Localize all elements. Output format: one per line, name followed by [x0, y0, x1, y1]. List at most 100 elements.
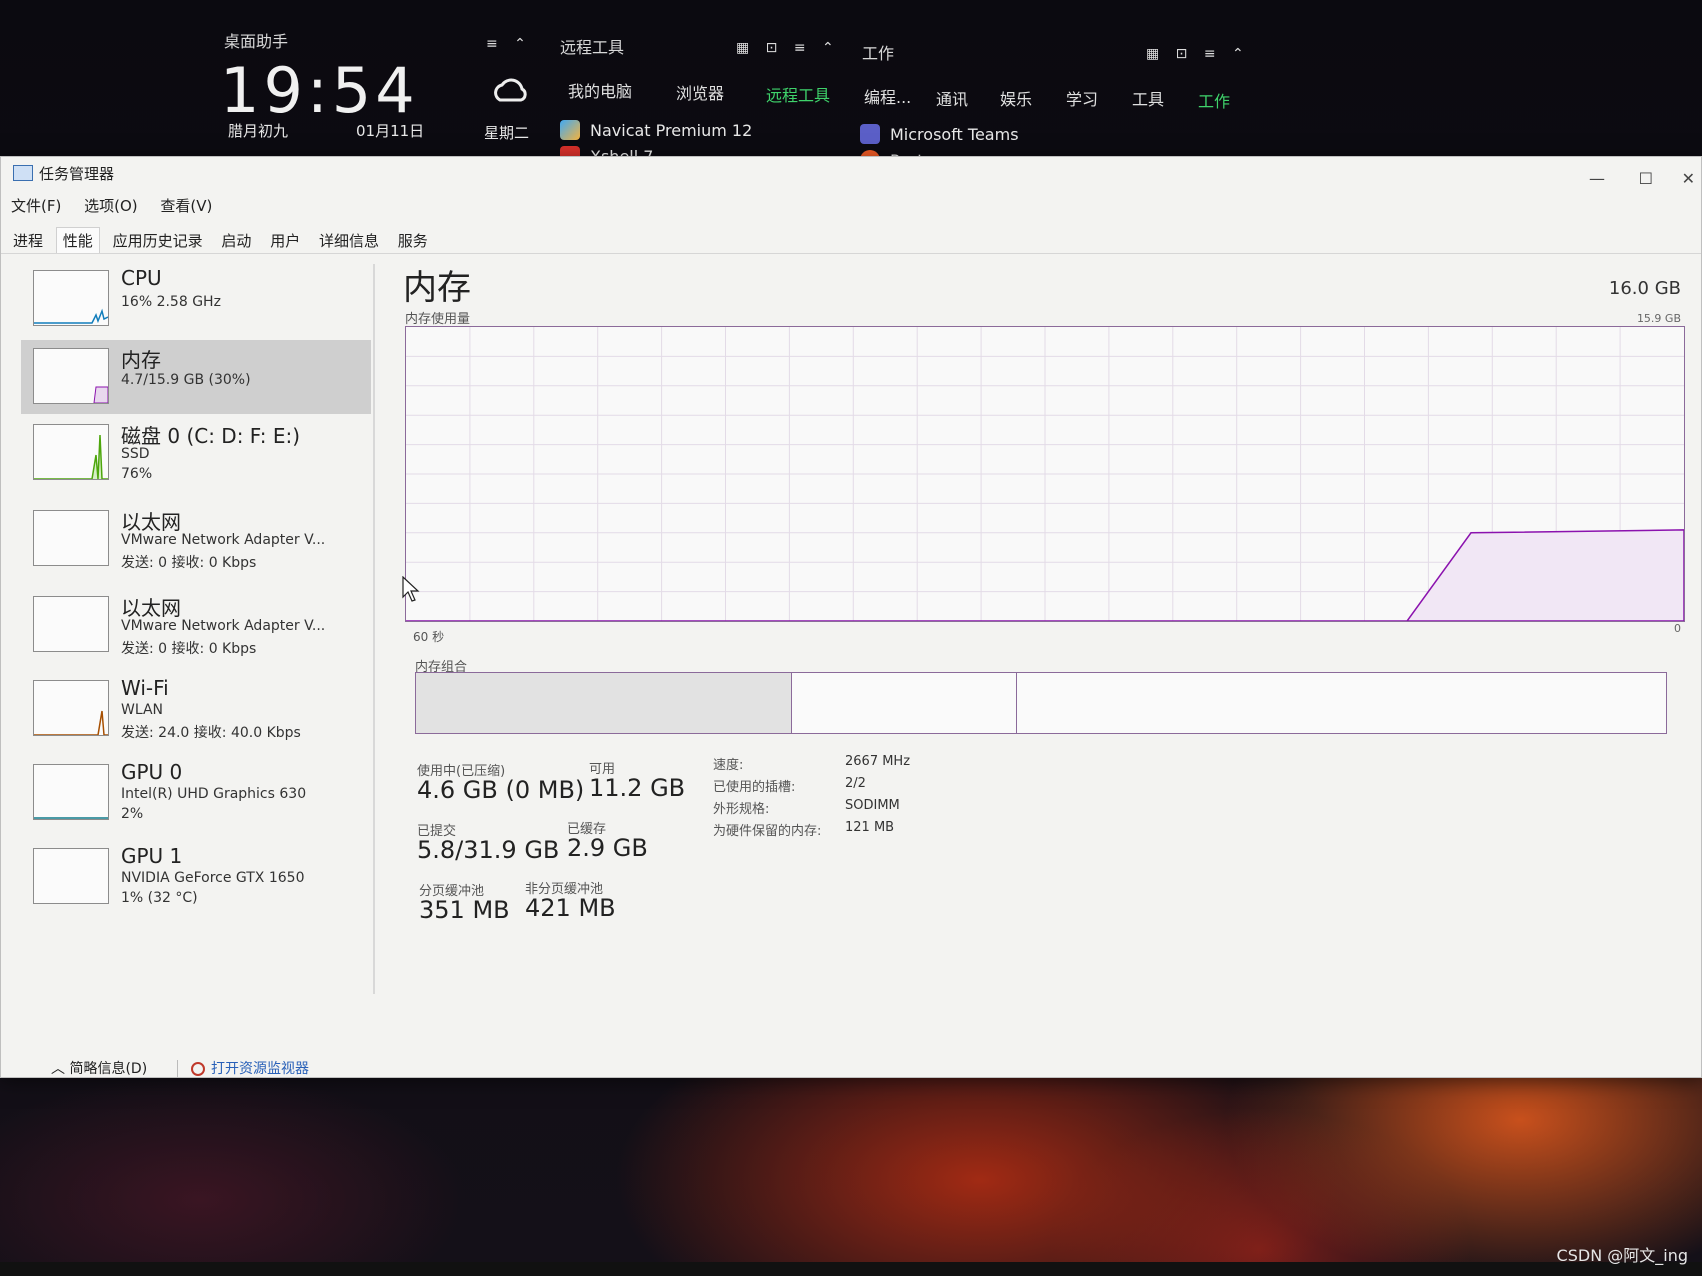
sidebar-item-detail: 发送: 0 接收: 0 Kbps — [121, 555, 257, 571]
sidebar-item-detail: 4.7/15.9 GB (30%) — [121, 372, 251, 388]
work-widget-title: 工作 — [862, 44, 895, 63]
disk-thumbnail — [33, 424, 109, 480]
memory-thumbnail — [33, 348, 109, 404]
menu-file[interactable]: 文件(F) — [11, 197, 61, 215]
sidebar-item-ethernet-2[interactable]: 以太网 VMware Network Adapter V... 发送: 0 接收… — [21, 588, 371, 672]
tab-app-history[interactable]: 应用历史记录 — [107, 228, 209, 253]
sidebar-item-detail: SSD — [121, 446, 150, 462]
sidebar-item-detail: 发送: 0 接收: 0 Kbps — [121, 641, 257, 657]
hardware-reserved-label: 为硬件保留的内存: — [713, 824, 822, 839]
menu-options[interactable]: 选项(O) — [84, 197, 138, 215]
remote-widget-title: 远程工具 — [560, 38, 625, 57]
speed-label: 速度: — [713, 758, 744, 773]
mouse-cursor-icon — [402, 576, 420, 602]
teams-icon — [860, 124, 880, 144]
widget-tab-browser[interactable]: 浏览器 — [676, 80, 724, 104]
ethernet-thumbnail — [33, 510, 109, 566]
sidebar-item-memory[interactable]: 内存 4.7/15.9 GB (30%) — [21, 340, 371, 414]
widget-tab-programming[interactable]: 编程... — [864, 84, 911, 108]
sidebar-item-name: Wi-Fi — [121, 676, 169, 700]
sidebar-item-detail: 发送: 24.0 接收: 40.0 Kbps — [121, 725, 301, 741]
sidebar-item-gpu-1[interactable]: GPU 1 NVIDIA GeForce GTX 1650 1% (32 °C) — [21, 840, 371, 924]
sidebar-item-name: 内存 — [121, 348, 161, 372]
gpu-thumbnail — [33, 848, 109, 904]
open-resource-monitor-link[interactable]: 打开资源监视器 — [191, 1058, 309, 1078]
tab-startup[interactable]: 启动 — [215, 228, 257, 253]
app-navicat[interactable]: Navicat Premium 12 — [560, 120, 752, 140]
sidebar-item-name: 以太网 — [121, 510, 181, 534]
calendar-date: 01月11日 — [356, 122, 425, 140]
widget-tab-my-computer[interactable]: 我的电脑 — [568, 78, 632, 102]
sidebar-item-detail: NVIDIA GeForce GTX 1650 — [121, 870, 305, 886]
sidebar-item-detail: 1% (32 °C) — [121, 890, 198, 906]
sidebar-item-cpu[interactable]: CPU 16% 2.58 GHz — [21, 262, 371, 336]
tab-details[interactable]: 详细信息 — [313, 228, 385, 253]
title-bar[interactable]: 任务管理器 — ☐ ✕ — [1, 157, 1701, 188]
memory-usage-min: 0 — [1674, 622, 1681, 635]
memory-composition-bar — [415, 672, 1667, 734]
widget-tab-remote-tools[interactable]: 远程工具 — [766, 82, 830, 106]
form-factor-label: 外形规格: — [713, 802, 770, 817]
composition-standby[interactable] — [791, 673, 1017, 733]
hardware-reserved-value: 121 MB — [845, 820, 895, 835]
tab-processes[interactable]: 进程 — [7, 228, 49, 253]
close-button[interactable]: ✕ — [1682, 169, 1695, 188]
memory-usage-label: 内存使用量 — [405, 312, 471, 327]
taskbar — [0, 1262, 1702, 1276]
cached-value: 2.9 GB — [567, 834, 648, 862]
memory-usage-max: 15.9 GB — [1636, 312, 1681, 325]
widget-menu-icon[interactable]: ≡ ⌃ — [486, 36, 532, 52]
minimize-button[interactable]: — — [1589, 169, 1605, 188]
sidebar-item-detail: 76% — [121, 466, 153, 482]
in-use-value: 4.6 GB (0 MB) — [417, 776, 585, 804]
sidebar-item-detail: WLAN — [121, 702, 164, 718]
widget-controls-icon[interactable]: ▦ ⊡ ≡ ⌃ — [736, 40, 840, 56]
window-title: 任务管理器 — [39, 165, 115, 183]
menu-view[interactable]: 查看(V) — [160, 197, 212, 215]
widget-controls-icon[interactable]: ▦ ⊡ ≡ ⌃ — [1146, 46, 1250, 62]
form-factor-value: SODIMM — [845, 798, 900, 813]
remote-tools-widget: 远程工具 ▦ ⊡ ≡ ⌃ 我的电脑 浏览器 远程工具 Navicat Premi… — [550, 20, 840, 170]
maximize-button[interactable]: ☐ — [1639, 169, 1653, 188]
slots-used-value: 2/2 — [845, 776, 866, 791]
widget-tab-work[interactable]: 工作 — [1198, 88, 1230, 112]
sidebar-item-gpu-0[interactable]: GPU 0 Intel(R) UHD Graphics 630 2% — [21, 756, 371, 840]
available-value: 11.2 GB — [589, 774, 686, 802]
lunar-date: 腊月初九 — [228, 122, 289, 140]
footer-separator — [177, 1060, 178, 1078]
cpu-thumbnail — [33, 270, 109, 326]
clock-time: 19:54 — [220, 54, 419, 127]
nonpaged-pool-value: 421 MB — [525, 894, 616, 922]
tab-users[interactable]: 用户 — [264, 228, 306, 253]
ethernet-thumbnail — [33, 596, 109, 652]
tab-services[interactable]: 服务 — [392, 228, 434, 253]
sidebar-item-detail: VMware Network Adapter V... — [121, 618, 326, 634]
fewer-details-button[interactable]: ︿ 简略信息(D) — [51, 1058, 147, 1078]
resource-sidebar: CPU 16% 2.58 GHz 内存 4.7/15.9 GB (30%) 磁盘… — [11, 254, 371, 954]
sidebar-item-ethernet-1[interactable]: 以太网 VMware Network Adapter V... 发送: 0 接收… — [21, 502, 371, 586]
sidebar-item-disk[interactable]: 磁盘 0 (C: D: F: E:) SSD 76% — [21, 416, 371, 502]
work-widget: 工作 ▦ ⊡ ≡ ⌃ 编程... 通讯 娱乐 学习 工具 工作 Microsof… — [850, 20, 1250, 170]
resource-monitor-icon — [191, 1062, 205, 1076]
widget-tab-communication[interactable]: 通讯 — [936, 86, 968, 110]
widget-tab-tools[interactable]: 工具 — [1132, 86, 1164, 110]
memory-usage-graph — [405, 326, 1685, 622]
clock-widget: 桌面助手 ≡ ⌃ 19:54 腊月初九 01月11日 星期二 — [210, 20, 540, 170]
clock-widget-title: 桌面助手 — [224, 32, 289, 51]
widget-tab-study[interactable]: 学习 — [1066, 86, 1098, 110]
sidebar-item-name: GPU 0 — [121, 760, 183, 784]
tab-performance[interactable]: 性能 — [55, 227, 100, 253]
sidebar-item-wifi[interactable]: Wi-Fi WLAN 发送: 24.0 接收: 40.0 Kbps — [21, 672, 371, 756]
gpu-thumbnail — [33, 764, 109, 820]
widget-tab-entertainment[interactable]: 娱乐 — [1000, 86, 1032, 110]
paged-pool-value: 351 MB — [419, 896, 510, 924]
sidebar-divider[interactable] — [373, 264, 375, 994]
weekday: 星期二 — [484, 124, 530, 142]
menu-bar: 文件(F) 选项(O) 查看(V) — [11, 195, 230, 217]
app-teams[interactable]: Microsoft Teams — [860, 124, 1019, 144]
time-span-label: 60 秒 — [413, 630, 445, 644]
slots-used-label: 已使用的插槽: — [713, 780, 796, 795]
task-manager-icon — [13, 165, 33, 181]
composition-in-use[interactable] — [416, 673, 792, 733]
sidebar-item-name: GPU 1 — [121, 844, 183, 868]
